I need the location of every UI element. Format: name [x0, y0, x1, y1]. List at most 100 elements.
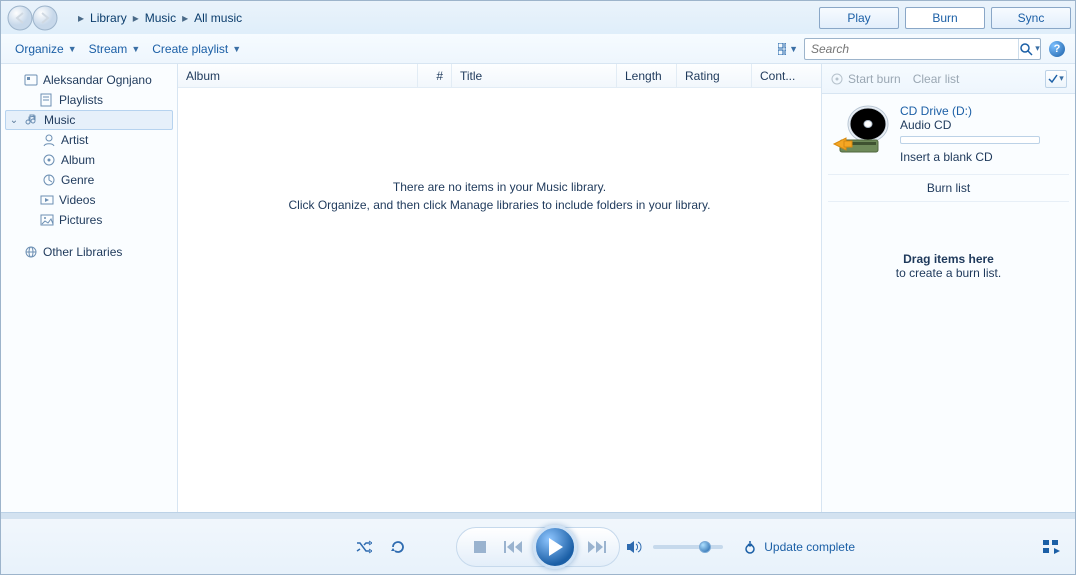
search-button[interactable]: ▾ [1018, 39, 1040, 59]
next-icon [586, 540, 606, 554]
tree-label: Videos [59, 193, 95, 207]
tree-playlists[interactable]: Playlists [1, 90, 177, 110]
drive-type: Audio CD [900, 118, 1065, 132]
network-icon [23, 244, 39, 260]
navigation-tree: Aleksandar Ognjano Playlists ⌄ Music Art… [1, 64, 178, 512]
now-playing-icon [1043, 540, 1061, 554]
previous-icon [504, 540, 524, 554]
disc-capacity-bar [900, 136, 1040, 144]
search-box[interactable]: ▾ [804, 38, 1041, 60]
tree-genre[interactable]: Genre [1, 170, 177, 190]
mute-button[interactable] [621, 534, 647, 560]
tree-library-root[interactable]: Aleksandar Ognjano [1, 70, 177, 90]
shuffle-icon [356, 540, 372, 554]
insert-disc-message: Insert a blank CD [900, 150, 1065, 164]
view-options-button[interactable]: ▼ [778, 39, 798, 59]
chevron-right-icon: ▸ [75, 11, 87, 25]
search-input[interactable] [805, 42, 1018, 56]
burn-list-dropzone[interactable]: Drag items here to create a burn list. [822, 202, 1075, 512]
shuffle-button[interactable] [351, 534, 377, 560]
switch-to-now-playing-button[interactable] [1043, 540, 1061, 554]
chevron-down-icon: ▼ [232, 44, 241, 54]
burn-list-header: Burn list [828, 174, 1069, 202]
tree-artist[interactable]: Artist [1, 130, 177, 150]
drop-hint-title: Drag items here [903, 252, 994, 266]
chevron-down-icon: ▼ [789, 44, 798, 54]
cd-drive-icon [832, 104, 892, 159]
tab-burn[interactable]: Burn [905, 7, 985, 29]
stream-menu[interactable]: Stream▼ [83, 38, 147, 60]
status-area: Update complete [742, 539, 855, 555]
back-button[interactable] [8, 6, 32, 30]
stop-button[interactable] [465, 532, 495, 562]
speaker-icon [626, 540, 642, 554]
repeat-icon [390, 539, 406, 555]
tree-label: Album [61, 153, 95, 167]
tree-label: Genre [61, 173, 94, 187]
collapse-icon[interactable]: ⌄ [8, 115, 20, 126]
previous-button[interactable] [499, 532, 529, 562]
tree-music[interactable]: ⌄ Music [5, 110, 173, 130]
tab-sync[interactable]: Sync [991, 7, 1071, 29]
genre-icon [41, 172, 57, 188]
music-icon [24, 112, 40, 128]
tree-album[interactable]: Album [1, 150, 177, 170]
transport-controls [456, 527, 620, 567]
tree-label: Playlists [59, 93, 103, 107]
chevron-down-icon: ▾ [1059, 73, 1064, 84]
album-icon [41, 152, 57, 168]
tree-label: Artist [61, 133, 88, 147]
chevron-down-icon: ▾ [1035, 43, 1040, 54]
play-button[interactable] [533, 525, 577, 569]
empty-line1: There are no items in your Music library… [393, 178, 606, 196]
tree-videos[interactable]: Videos [1, 190, 177, 210]
tree-label: Music [44, 113, 75, 127]
chevron-right-icon: ▸ [130, 11, 142, 25]
pictures-icon [39, 212, 55, 228]
column-album[interactable]: Album [178, 64, 418, 87]
check-icon [1048, 74, 1058, 84]
tree-other-libraries[interactable]: Other Libraries [1, 242, 177, 262]
burn-options-button[interactable]: ▾ [1045, 70, 1067, 88]
tree-label: Other Libraries [43, 245, 122, 259]
column-contributing[interactable]: Cont... [752, 64, 821, 87]
repeat-button[interactable] [385, 534, 411, 560]
next-button[interactable] [581, 532, 611, 562]
play-icon [546, 537, 564, 557]
update-icon [742, 539, 758, 555]
column-length[interactable]: Length [617, 64, 677, 87]
nav-buttons [5, 4, 63, 32]
clear-list-button: Clear list [913, 72, 960, 86]
burn-icon [830, 72, 844, 86]
tree-label: Aleksandar Ognjano [43, 73, 152, 87]
breadcrumb-item[interactable]: Music [142, 11, 179, 25]
status-text: Update complete [764, 540, 855, 554]
organize-menu[interactable]: Organize▼ [9, 38, 83, 60]
search-icon [1019, 42, 1033, 56]
chevron-down-icon: ▼ [131, 44, 140, 54]
playlist-icon [39, 92, 55, 108]
video-icon [39, 192, 55, 208]
column-headers: Album # Title Length Rating Cont... [178, 64, 821, 88]
forward-button[interactable] [33, 6, 57, 30]
library-icon [23, 72, 39, 88]
breadcrumb-item[interactable]: All music [191, 11, 245, 25]
column-title[interactable]: Title [452, 64, 617, 87]
drive-name-link[interactable]: CD Drive (D:) [900, 104, 1065, 118]
volume-slider[interactable] [653, 545, 723, 549]
chevron-down-icon: ▼ [68, 44, 77, 54]
empty-library-message: There are no items in your Music library… [178, 88, 821, 512]
breadcrumb[interactable]: ▸ Library ▸ Music ▸ All music [69, 7, 819, 29]
volume-knob[interactable] [699, 541, 711, 553]
drop-hint-sub: to create a burn list. [896, 266, 1001, 280]
column-num[interactable]: # [418, 64, 452, 87]
breadcrumb-item[interactable]: Library [87, 11, 130, 25]
tree-pictures[interactable]: Pictures [1, 210, 177, 230]
help-button[interactable]: ? [1047, 39, 1067, 59]
create-playlist-menu[interactable]: Create playlist▼ [146, 38, 247, 60]
column-rating[interactable]: Rating [677, 64, 752, 87]
chevron-right-icon: ▸ [179, 11, 191, 25]
help-icon: ? [1049, 41, 1065, 57]
tab-play[interactable]: Play [819, 7, 899, 29]
artist-icon [41, 132, 57, 148]
